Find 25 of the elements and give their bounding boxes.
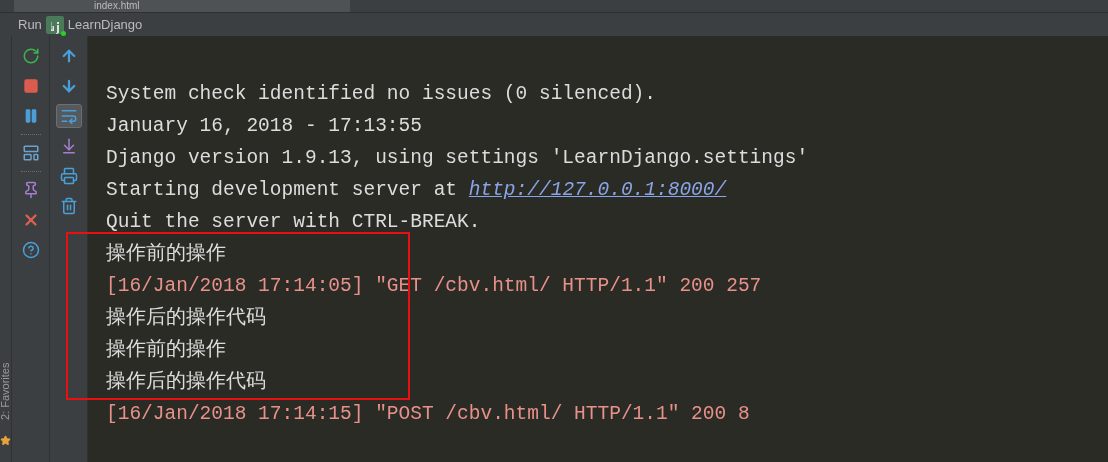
console-line: [16/Jan/2018 17:14:15] "POST /cbv.html/ HTTP/1.1" 200 8 (106, 403, 750, 425)
console-line: 操作前的操作 (106, 339, 226, 361)
console-line: 操作前的操作 (106, 243, 226, 265)
favorites-tab[interactable]: 2: Favorites (0, 351, 12, 431)
panel-title: Run (18, 15, 42, 34)
star-icon (0, 435, 11, 446)
wrap-icon (59, 107, 78, 125)
console-line: 操作后的操作代码 (106, 371, 266, 393)
run-config-name[interactable]: LearnDjango (67, 14, 143, 35)
trash-icon (59, 197, 78, 215)
django-icon (45, 15, 64, 34)
editor-tab[interactable]: index.html (14, 0, 350, 12)
help-icon (21, 241, 40, 259)
stop-icon (22, 78, 39, 94)
console-line: Starting development server at (106, 179, 459, 201)
server-link[interactable]: http://127.0.0.1:8000/ (468, 179, 727, 201)
console-line: Django version 1.9.13, using settings 'LearnDjango.settings' (106, 147, 809, 169)
layout-icon (21, 144, 40, 162)
console-line: Quit the server with CTRL-BREAK. (106, 211, 481, 233)
console-line: System check identified no issues (0 silenced). (106, 83, 656, 105)
printer-icon (59, 167, 78, 185)
console-line: January 16, 2018 - 17:13:55 (106, 115, 422, 137)
soft-wrap-button[interactable] (55, 104, 82, 128)
rerun-icon (21, 47, 40, 65)
console-line: 操作后的操作代码 (106, 307, 266, 329)
